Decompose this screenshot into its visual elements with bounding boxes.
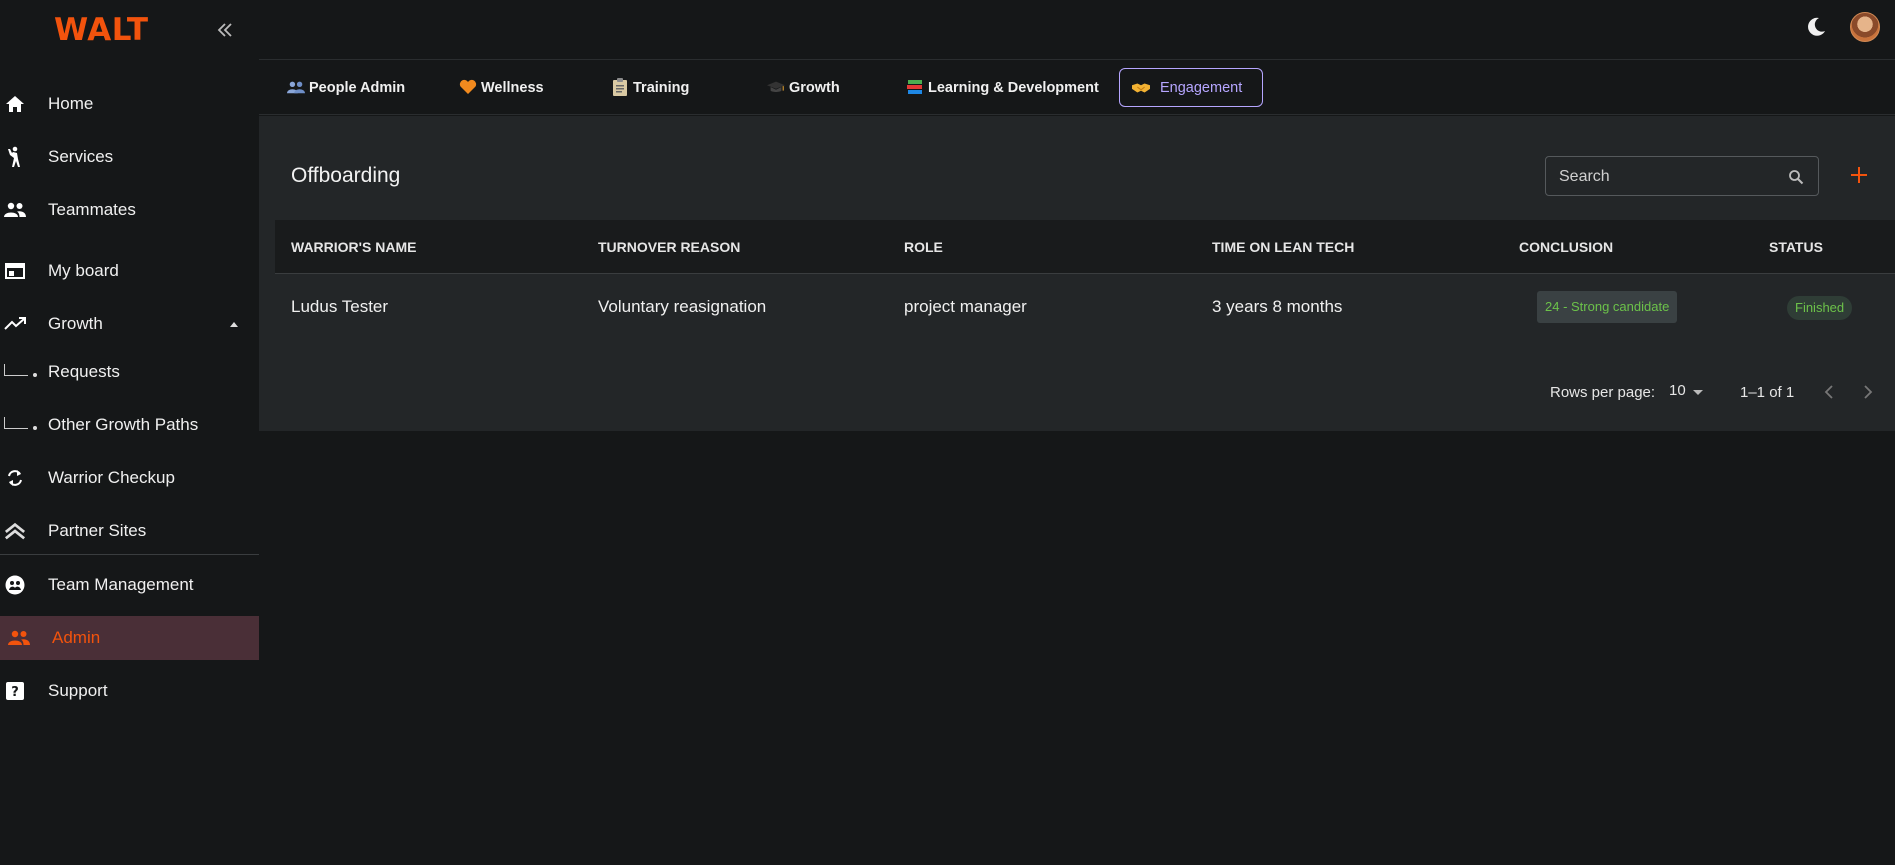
tab-engagement[interactable]: Engagement (1119, 68, 1263, 107)
sidebar-item-label: Growth (48, 314, 103, 333)
help-icon: ? (4, 680, 26, 702)
sidebar-item-growth[interactable]: Growth (0, 302, 259, 346)
board-icon (4, 260, 26, 282)
tab-training[interactable]: Training (605, 68, 705, 107)
heart-icon (459, 78, 477, 96)
team-circle-icon (4, 574, 26, 596)
sidebar-item-label: Admin (52, 628, 101, 647)
caret-down-icon[interactable] (1693, 390, 1703, 395)
svg-text:?: ? (11, 685, 19, 700)
sidebar-item-teammates[interactable]: Teammates (0, 188, 259, 232)
status-badge: Finished (1787, 296, 1853, 320)
refresh-icon (4, 467, 26, 489)
table-row[interactable]: Ludus Tester Voluntary reasignation proj… (275, 275, 1895, 341)
user-avatar[interactable] (1850, 12, 1880, 42)
sidebar-item-label: Team Management (48, 575, 194, 594)
page-range: 1–1 of 1 (1740, 384, 1795, 401)
search-icon[interactable] (1788, 169, 1804, 185)
previous-page-button[interactable] (1819, 380, 1839, 404)
cell-time-on-lean-tech: 3 years 8 months (1212, 297, 1343, 316)
chevron-right-icon (1864, 385, 1873, 399)
sidebar-item-warrior-checkup[interactable]: Warrior Checkup (0, 456, 259, 500)
tab-label: Training (633, 79, 690, 96)
chevron-left-icon (1824, 385, 1833, 399)
sidebar-item-label: Teammates (48, 200, 136, 219)
tree-branch-icon (4, 417, 28, 429)
table-header: WARRIOR'S NAME TURNOVER REASON ROLE TIME… (275, 220, 1895, 274)
tab-label: Learning & Development (928, 79, 1099, 96)
plus-icon (1851, 167, 1867, 183)
clipboard-icon (611, 78, 629, 96)
sidebar: WALT Home Services Teammates My board Gr (0, 0, 259, 865)
walt-logo[interactable]: WALT (54, 12, 149, 48)
cell-warrior-name: Ludus Tester (291, 297, 389, 316)
sidebar-item-label: Partner Sites (48, 521, 147, 540)
offboarding-panel: Offboarding Search WARRIOR'S NAME TURNOV… (259, 116, 1895, 431)
admin-users-icon (8, 627, 30, 649)
sidebar-item-label: My board (48, 261, 119, 280)
sidebar-item-other-growth-paths[interactable]: Other Growth Paths (0, 403, 259, 447)
graduation-cap-icon (767, 78, 785, 96)
sidebar-item-label: Other Growth Paths (48, 415, 199, 434)
tab-label: Growth (789, 79, 840, 96)
conclusion-badge: 24 - Strong candidate (1537, 291, 1678, 323)
page-title: Offboarding (291, 164, 401, 187)
sidebar-item-admin[interactable]: Admin (0, 616, 259, 660)
top-bar (259, 0, 1895, 60)
moon-icon (1808, 17, 1825, 36)
tab-growth[interactable]: Growth (761, 68, 861, 107)
bullet-icon (33, 373, 37, 377)
tab-people-admin[interactable]: People Admin (281, 68, 411, 107)
sidebar-divider (0, 554, 259, 555)
tab-learning-development[interactable]: Learning & Development (900, 68, 1120, 107)
sidebar-item-support[interactable]: ? Support (0, 669, 259, 713)
sidebar-item-label: Home (48, 94, 94, 113)
home-icon (4, 93, 26, 115)
column-header-status[interactable]: STATUS (1769, 239, 1823, 255)
add-offboarding-button[interactable] (1844, 160, 1874, 190)
sidebar-item-services[interactable]: Services (0, 135, 259, 179)
column-header-name[interactable]: WARRIOR'S NAME (291, 239, 416, 255)
collapse-sidebar-button[interactable] (212, 16, 238, 42)
rows-per-page-label: Rows per page: (1550, 384, 1656, 401)
sidebar-item-partner-sites[interactable]: Partner Sites (0, 509, 259, 553)
person-waving-icon (4, 146, 26, 168)
tab-wellness[interactable]: Wellness (453, 68, 553, 107)
dark-mode-toggle[interactable] (1805, 16, 1829, 40)
sidebar-item-team-management[interactable]: Team Management (0, 563, 259, 607)
search-input[interactable]: Search (1545, 156, 1819, 196)
rows-per-page-select[interactable]: 10 (1669, 382, 1686, 399)
group-icon (4, 199, 26, 221)
sidebar-item-label: Warrior Checkup (48, 468, 175, 487)
people-icon (287, 78, 305, 96)
chevron-up-icon (230, 322, 238, 327)
section-tabs: People Admin Wellness Training Growth Le… (259, 61, 1895, 115)
sidebar-item-label: Requests (48, 362, 120, 381)
tree-branch-icon (4, 364, 28, 376)
sidebar-item-my-board[interactable]: My board (0, 249, 259, 293)
tab-label: People Admin (309, 79, 406, 96)
next-page-button[interactable] (1858, 380, 1878, 404)
double-chevron-left-icon (217, 23, 232, 37)
chevrons-up-icon (4, 520, 26, 542)
sidebar-item-label: Services (48, 147, 114, 166)
books-icon (906, 78, 924, 96)
column-header-reason[interactable]: TURNOVER REASON (598, 239, 740, 255)
sidebar-item-requests[interactable]: Requests (0, 350, 259, 394)
column-header-time[interactable]: TIME ON LEAN TECH (1212, 239, 1354, 255)
tab-label: Wellness (481, 79, 544, 96)
column-header-conclusion[interactable]: CONCLUSION (1519, 239, 1613, 255)
cell-turnover-reason: Voluntary reasignation (598, 297, 767, 316)
cell-role: project manager (904, 297, 1027, 316)
handshake-icon (1132, 79, 1150, 97)
search-placeholder: Search (1559, 168, 1610, 185)
tab-label: Engagement (1160, 79, 1243, 96)
pagination: Rows per page: 10 1–1 of 1 (259, 378, 1895, 408)
sidebar-item-label: Support (48, 681, 108, 700)
bullet-icon (33, 426, 37, 430)
column-header-role[interactable]: ROLE (904, 239, 943, 255)
trending-up-icon (4, 313, 26, 335)
sidebar-item-home[interactable]: Home (0, 82, 259, 126)
